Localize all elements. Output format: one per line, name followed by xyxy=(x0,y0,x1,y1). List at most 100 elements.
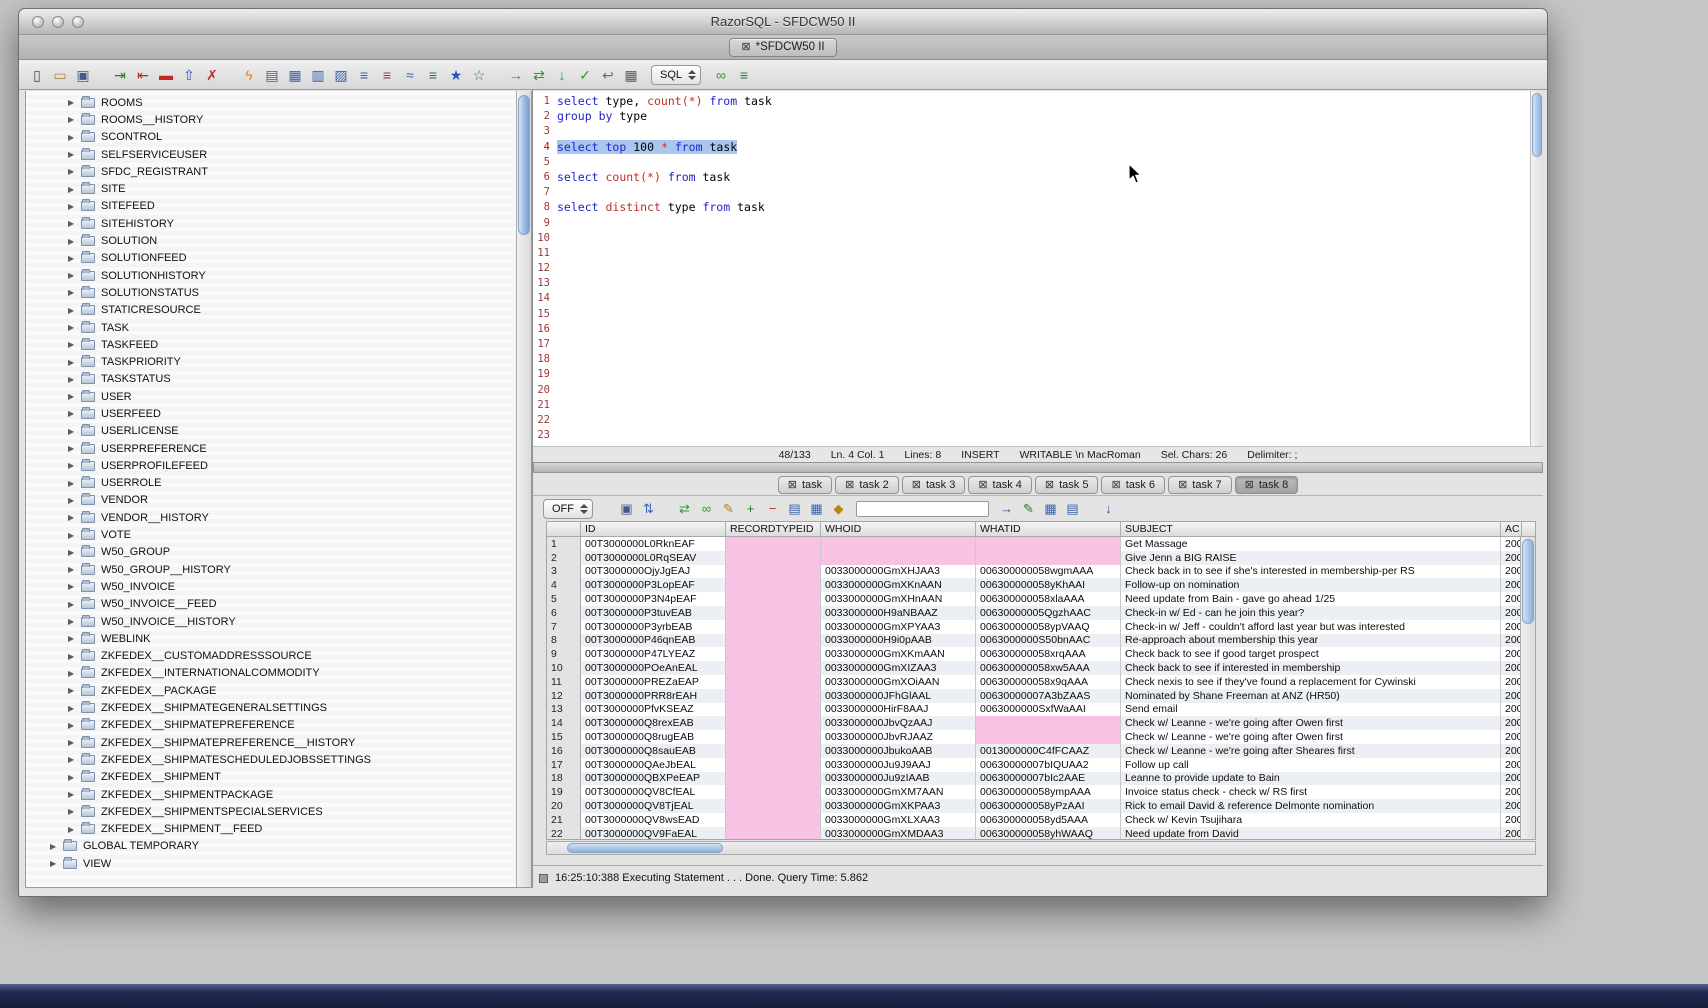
disclosure-triangle-icon[interactable]: ▶ xyxy=(68,669,79,678)
tree-item[interactable]: ▶VENDOR xyxy=(26,492,531,509)
grid-cell[interactable] xyxy=(726,606,821,620)
scrollbar-thumb[interactable] xyxy=(518,95,530,235)
tree-item[interactable]: ▶USERROLE xyxy=(26,475,531,492)
grid-cell[interactable]: 200 xyxy=(1501,744,1520,758)
result-tab-task-4[interactable]: ⊠task 4 xyxy=(968,476,1032,494)
grid-cell[interactable]: 200 xyxy=(1501,716,1520,730)
grid-cell[interactable]: 0033000000H9i0pAAB xyxy=(821,634,976,648)
grid-cell[interactable]: Check back to see if good target prospec… xyxy=(1121,647,1501,661)
grid-cell[interactable]: 00T3000000P47LYEAZ xyxy=(581,647,726,661)
result-tab-task-8[interactable]: ⊠task 8 xyxy=(1235,476,1299,494)
row-number[interactable]: 15 xyxy=(547,730,581,744)
grid-cell[interactable]: 006300000058yd5AAA xyxy=(976,813,1121,827)
tree-item[interactable]: ▶W50_GROUP xyxy=(26,544,531,561)
disclosure-triangle-icon[interactable]: ▶ xyxy=(50,859,61,868)
describe-table-icon[interactable]: ≡ xyxy=(354,65,374,85)
tree-item[interactable]: ▶WEBLINK xyxy=(26,630,531,647)
grid-cell[interactable]: 00T3000000QAeJbEAL xyxy=(581,758,726,772)
grid-cell[interactable]: 200 xyxy=(1501,551,1520,565)
tab-close-icon[interactable]: ⊠ xyxy=(741,42,750,53)
grid-cell[interactable]: 200 xyxy=(1501,565,1520,579)
grid-cell[interactable]: 00630000007bIQUAA2 xyxy=(976,758,1121,772)
grid-cell[interactable]: Check w/ Leanne - we're going after Shea… xyxy=(1121,744,1501,758)
paste-icon[interactable]: ▨ xyxy=(331,65,351,85)
grid-cell[interactable]: 200 xyxy=(1501,730,1520,744)
grid-cell[interactable]: Check w/ Leanne - we're going after Owen… xyxy=(1121,716,1501,730)
grid-cell[interactable]: 00T3000000PREZaEAP xyxy=(581,675,726,689)
disclosure-triangle-icon[interactable]: ▶ xyxy=(68,652,79,661)
tree-item[interactable]: ▶ZKFEDEX__SHIPMENTSPECIALSERVICES xyxy=(26,803,531,820)
table-favorite-icon[interactable]: ☆ xyxy=(469,65,489,85)
column-header-whoid[interactable]: WHOID xyxy=(821,522,976,536)
new-file-icon[interactable]: ▯ xyxy=(27,65,47,85)
row-number[interactable]: 6 xyxy=(547,606,581,620)
document-tab[interactable]: ⊠ *SFDCW50 II xyxy=(729,38,836,57)
grid-cell[interactable] xyxy=(726,537,821,551)
reconnect-icon[interactable]: ⇄ xyxy=(529,65,549,85)
disclosure-triangle-icon[interactable]: ▶ xyxy=(68,617,79,626)
tree-item[interactable]: ▶USERPREFERENCE xyxy=(26,440,531,457)
tree-item[interactable]: ▶W50_INVOICE__FEED xyxy=(26,596,531,613)
zoom-button[interactable] xyxy=(72,16,84,28)
sidebar-scrollbar[interactable] xyxy=(516,91,531,887)
grid-cell[interactable]: 200 xyxy=(1501,592,1520,606)
grid-cell[interactable] xyxy=(726,716,821,730)
grid-cell[interactable]: 0033000000GmXLXAA3 xyxy=(821,813,976,827)
grid-cell[interactable]: 00T3000000P3yrbEAB xyxy=(581,620,726,634)
disclosure-triangle-icon[interactable]: ▶ xyxy=(68,167,79,176)
tab-close-icon[interactable]: ⊠ xyxy=(1045,480,1054,491)
grid-cell[interactable]: 00630000005QgzhAAC xyxy=(976,606,1121,620)
schedule-icon[interactable]: ▦ xyxy=(621,65,641,85)
result-tab-task[interactable]: ⊠task xyxy=(778,476,832,494)
disclosure-triangle-icon[interactable]: ▶ xyxy=(68,531,79,540)
grid-cell[interactable]: 00T3000000QV8wsEAD xyxy=(581,813,726,827)
grid-cell[interactable] xyxy=(976,537,1121,551)
grid-cell[interactable] xyxy=(726,744,821,758)
disclosure-triangle-icon[interactable]: ▶ xyxy=(68,686,79,695)
grid-cell[interactable]: 0033000000JbvRJAAZ xyxy=(821,730,976,744)
open-file-icon[interactable]: ▭ xyxy=(50,65,70,85)
disclosure-triangle-icon[interactable]: ▶ xyxy=(68,444,79,453)
grid-cell[interactable]: Check back to see if interested in membe… xyxy=(1121,661,1501,675)
disclosure-triangle-icon[interactable]: ▶ xyxy=(68,427,79,436)
export-data-icon[interactable]: ⇤ xyxy=(133,65,153,85)
grid-cell[interactable]: 0033000000GmXPYAA3 xyxy=(821,620,976,634)
tree-item[interactable]: ▶GLOBAL TEMPORARY xyxy=(26,838,531,855)
grid-cell[interactable]: 00T3000000POeAnEAL xyxy=(581,661,726,675)
disclosure-triangle-icon[interactable]: ▶ xyxy=(68,150,79,159)
grid-cell[interactable] xyxy=(726,785,821,799)
grid-cell[interactable]: 00630000007bIc2AAE xyxy=(976,772,1121,786)
query-history-icon[interactable]: ≡ xyxy=(734,65,754,85)
format-sql-icon[interactable]: ≈ xyxy=(400,65,420,85)
grid-cell[interactable]: 006300000058wgmAAA xyxy=(976,565,1121,579)
tree-item[interactable]: ▶W50_GROUP__HISTORY xyxy=(26,561,531,578)
row-number[interactable]: 2 xyxy=(547,551,581,565)
grid-cell[interactable] xyxy=(726,592,821,606)
delete-icon[interactable]: ▬ xyxy=(156,65,176,85)
export-results-icon[interactable]: ▤ xyxy=(1063,499,1082,518)
disclosure-triangle-icon[interactable]: ▶ xyxy=(68,496,79,505)
row-number[interactable]: 5 xyxy=(547,592,581,606)
sql-mode-select[interactable]: SQL xyxy=(651,65,701,85)
row-number[interactable]: 9 xyxy=(547,647,581,661)
grid-cell[interactable] xyxy=(726,661,821,675)
disclosure-triangle-icon[interactable]: ▶ xyxy=(68,479,79,488)
tree-item[interactable]: ▶SOLUTIONHISTORY xyxy=(26,267,531,284)
grid-cell[interactable]: 200 xyxy=(1501,689,1520,703)
delete-row-icon[interactable]: − xyxy=(763,499,782,518)
tree-item[interactable]: ▶ZKFEDEX__SHIPMENT xyxy=(26,769,531,786)
tree-item[interactable]: ▶ROOMS__HISTORY xyxy=(26,111,531,128)
disclosure-triangle-icon[interactable]: ▶ xyxy=(68,358,79,367)
tree-item[interactable]: ▶W50_INVOICE xyxy=(26,578,531,595)
tab-close-icon[interactable]: ⊠ xyxy=(845,480,854,491)
grid-cell[interactable]: 0033000000JbvQzAAJ xyxy=(821,716,976,730)
grid-cell[interactable]: Re-approach about membership this year xyxy=(1121,634,1501,648)
tree-item[interactable]: ▶USERLICENSE xyxy=(26,423,531,440)
grid-cell[interactable]: Need update from David xyxy=(1121,827,1501,839)
tree-item[interactable]: ▶ZKFEDEX__SHIPMENT__FEED xyxy=(26,820,531,837)
grid-cell[interactable]: 0033000000H9aNBAAZ xyxy=(821,606,976,620)
grid-cell[interactable]: 0033000000GmXM7AAN xyxy=(821,785,976,799)
grid-cell[interactable]: 00T3000000QV8TjEAL xyxy=(581,799,726,813)
grid-cell[interactable]: 00T3000000Q8rugEAB xyxy=(581,730,726,744)
grid-cell[interactable]: Check w/ Leanne - we're going after Owen… xyxy=(1121,730,1501,744)
